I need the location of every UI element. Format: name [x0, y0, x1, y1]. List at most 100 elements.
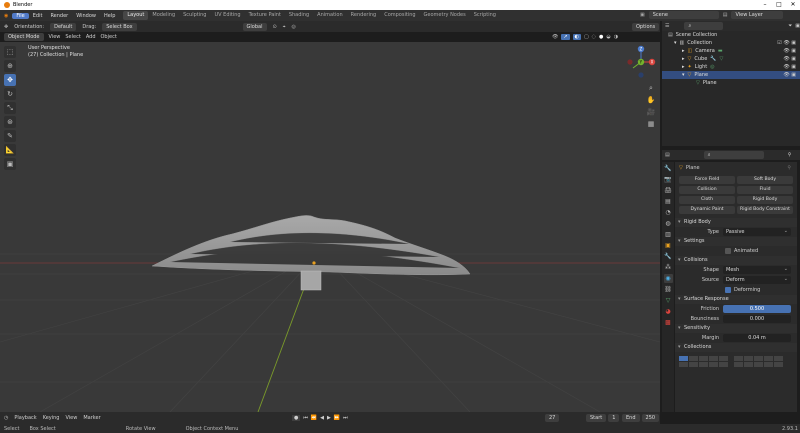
collection-layer-15[interactable] [719, 362, 728, 367]
collection-tab-icon[interactable]: ▥ [664, 230, 673, 239]
workspace-tab-layout[interactable]: Layout [123, 11, 149, 20]
soft-body-button[interactable]: Soft Body [737, 176, 793, 184]
cloth-button[interactable]: Cloth [679, 196, 735, 204]
workspace-tab-scripting[interactable]: Scripting [470, 11, 500, 20]
world-tab-icon[interactable]: ◍ [664, 219, 673, 228]
workspace-tab-shading[interactable]: Shading [285, 11, 313, 20]
workspace-tab-geometry-nodes[interactable]: Geometry Nodes [420, 11, 470, 20]
next-keyframe-icon[interactable]: ⏩ [334, 415, 340, 421]
deforming-checkbox[interactable] [725, 287, 731, 293]
pin-icon[interactable]: ⚲ [788, 152, 792, 158]
workspace-tab-modeling[interactable]: Modeling [148, 11, 179, 20]
collisions-section-header[interactable]: Collisions [675, 256, 797, 265]
view-layer-tab-icon[interactable]: ▤ [664, 197, 673, 206]
menu-select[interactable]: Select [65, 34, 80, 40]
collection-layer-1[interactable] [679, 356, 688, 361]
friction-slider[interactable]: 0.500 [723, 305, 791, 313]
menu-object[interactable]: Object [101, 34, 117, 40]
collection-layer-13[interactable] [699, 362, 708, 367]
expand-arrow-icon[interactable]: ▾ [674, 39, 677, 47]
margin-field[interactable]: 0.04 m [723, 334, 791, 342]
zoom-icon[interactable]: ⌕ [645, 82, 657, 94]
rigid-body-button[interactable]: Rigid Body [737, 196, 793, 204]
collections-section-header[interactable]: Collections [675, 343, 797, 352]
collection-layer-7[interactable] [744, 356, 753, 361]
type-dropdown[interactable]: Passive [723, 227, 791, 236]
proportional-edit-icon[interactable]: ◎ [292, 24, 296, 30]
force-field-button[interactable]: Force Field [679, 176, 735, 184]
close-button[interactable]: ✕ [786, 0, 800, 10]
pin-icon[interactable]: ⚲ [787, 165, 791, 171]
workspace-tab-rendering[interactable]: Rendering [347, 11, 381, 20]
transform-tool-icon[interactable]: ✥ [4, 24, 8, 30]
scene-tab-icon[interactable]: ◔ [664, 208, 673, 217]
options-dropdown[interactable]: Options [632, 22, 660, 31]
collection-layer-6[interactable] [734, 356, 743, 361]
measure-tool-icon[interactable]: 📐 [4, 144, 16, 156]
timeline-editor-icon[interactable]: ◷ [4, 415, 8, 421]
collection-visibility-icons[interactable]: ☑ 👁 ▣ [777, 39, 796, 47]
workspace-tab-texture-paint[interactable]: Texture Paint [245, 11, 285, 20]
dynamic-paint-button[interactable]: Dynamic Paint [679, 206, 735, 214]
material-tab-icon[interactable]: ◕ [664, 307, 673, 316]
menu-window[interactable]: Window [72, 13, 100, 19]
modifier-tab-icon[interactable]: 🔧 [664, 252, 673, 261]
outliner-row-cube[interactable]: ▸ ▽ Cube 🔧 ▽ 👁 ▣ [662, 55, 800, 63]
collection-layer-18[interactable] [754, 362, 763, 367]
source-dropdown[interactable]: Deform [723, 275, 791, 284]
snap-icon[interactable]: ⌖ [283, 24, 286, 30]
drag-dropdown[interactable]: Select Box [102, 22, 137, 31]
shape-dropdown[interactable]: Mesh [723, 265, 791, 274]
start-frame-field[interactable]: 1 [608, 414, 620, 422]
cube-visibility-icons[interactable]: 👁 ▣ [783, 55, 796, 63]
particles-tab-icon[interactable]: ⁂ [664, 263, 673, 272]
collection-layer-11[interactable] [679, 362, 688, 367]
expand-arrow-icon[interactable]: ▸ [682, 55, 685, 63]
pivot-icon[interactable]: ⊙ [273, 24, 277, 30]
mode-dropdown[interactable]: Object Mode [4, 33, 44, 41]
minimize-button[interactable]: – [758, 0, 772, 10]
shading-rendered-icon[interactable]: ◑ [614, 34, 618, 40]
rotate-tool-icon[interactable]: ↻ [4, 88, 16, 100]
physics-tab-icon[interactable]: ◉ [663, 274, 673, 283]
data-tab-icon[interactable]: ▽ [664, 296, 673, 305]
collection-layer-3[interactable] [699, 356, 708, 361]
collection-layer-12[interactable] [689, 362, 698, 367]
menu-render[interactable]: Render [46, 13, 72, 19]
scale-tool-icon[interactable]: ⤡ [4, 102, 16, 114]
camera-view-icon[interactable]: 🎥 [645, 106, 657, 118]
menu-timeline-view[interactable]: View [65, 415, 77, 421]
menu-view[interactable]: View [49, 34, 61, 40]
new-collection-icon[interactable]: ▣ [795, 23, 800, 29]
shading-wireframe-icon[interactable]: ◌ [592, 34, 596, 40]
select-box-tool-icon[interactable]: ⬚ [4, 46, 16, 58]
expand-arrow-icon[interactable]: ▾ [682, 71, 685, 79]
prev-keyframe-icon[interactable]: ⏪ [311, 415, 317, 421]
settings-section-header[interactable]: Settings [675, 237, 797, 246]
light-visibility-icons[interactable]: 👁 ▣ [783, 63, 796, 71]
collection-layer-17[interactable] [744, 362, 753, 367]
properties-search-input[interactable]: ⌕ [703, 151, 764, 159]
collection-layer-14[interactable] [709, 362, 718, 367]
workspace-tab-sculpting[interactable]: Sculpting [179, 11, 210, 20]
menu-marker[interactable]: Marker [83, 415, 100, 421]
camera-visibility-icons[interactable]: 👁 ▣ [783, 47, 796, 55]
3d-viewport[interactable] [0, 42, 660, 412]
add-cube-tool-icon[interactable]: ▣ [4, 158, 16, 170]
menu-playback[interactable]: Playback [14, 415, 36, 421]
maximize-button[interactable]: □ [772, 0, 786, 10]
blender-menu-icon[interactable]: ◉ [0, 13, 12, 19]
current-frame-field[interactable]: 27 [545, 414, 560, 422]
collection-layer-4[interactable] [709, 356, 718, 361]
cursor-tool-icon[interactable]: ⊕ [4, 60, 16, 72]
outliner-row-plane-mesh[interactable]: ▽ Plane [662, 79, 800, 87]
play-reverse-icon[interactable]: ◀ [320, 415, 324, 421]
xray-icon[interactable]: ▢ [584, 34, 589, 40]
outliner-row-scene-collection[interactable]: ▤ Scene Collection [662, 31, 800, 39]
collection-layer-10[interactable] [774, 356, 783, 361]
collection-layer-19[interactable] [764, 362, 773, 367]
outliner-row-camera[interactable]: ▸ ◫ Camera ▬ 👁 ▣ [662, 47, 800, 55]
jump-start-icon[interactable]: ⏮ [303, 415, 308, 421]
rigid-body-section-header[interactable]: Rigid Body [675, 218, 797, 227]
collection-layer-2[interactable] [689, 356, 698, 361]
